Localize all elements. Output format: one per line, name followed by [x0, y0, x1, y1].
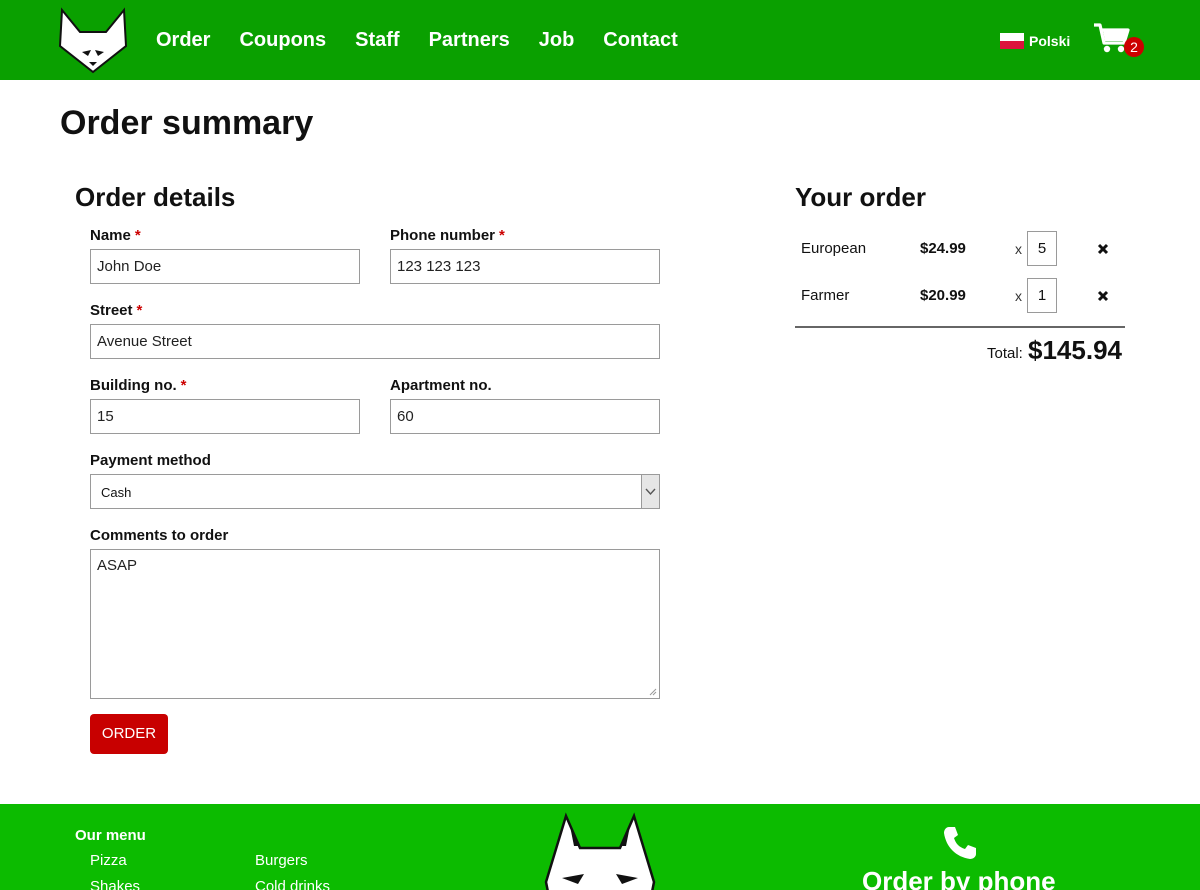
phone-label-text: Phone number	[390, 227, 496, 244]
quantity-multiplier: x	[1015, 288, 1022, 304]
remove-item-icon[interactable]	[1096, 242, 1110, 256]
name-label-text: Name	[90, 227, 131, 244]
comments-value: ASAP	[97, 557, 138, 574]
quantity-input[interactable]: 1	[1027, 278, 1057, 313]
payment-method-select[interactable]: Cash	[90, 474, 660, 509]
footer-link-shakes[interactable]: Shakes	[90, 878, 140, 890]
main-nav: Order Coupons Staff Partners Job Contact	[156, 0, 707, 80]
footer: Our menu Pizza Burgers Shakes Cold drink…	[0, 804, 1200, 890]
comments-label: Comments to order	[90, 527, 229, 544]
street-label: Street *	[90, 302, 142, 319]
total-value: $145.94	[1028, 335, 1122, 365]
cart-count-badge: 2	[1124, 37, 1144, 57]
fox-logo-icon	[544, 812, 656, 890]
nav-order[interactable]: Order	[156, 29, 210, 52]
street-field[interactable]: Avenue Street	[90, 324, 660, 359]
order-item-name: Farmer	[801, 287, 850, 304]
apartment-label: Apartment no.	[390, 377, 492, 394]
fox-logo-icon[interactable]	[58, 6, 128, 76]
name-field[interactable]: John Doe	[90, 249, 360, 284]
required-mark: *	[134, 227, 141, 244]
required-mark: *	[136, 302, 143, 319]
nav-job[interactable]: Job	[539, 29, 575, 52]
quantity-multiplier: x	[1015, 241, 1022, 257]
order-item-name: European	[801, 240, 867, 257]
quantity-input[interactable]: 5	[1027, 231, 1057, 266]
required-mark: *	[499, 227, 505, 244]
cart-button[interactable]: 2	[1093, 22, 1145, 60]
chevron-down-icon	[641, 475, 659, 508]
footer-link-burgers[interactable]: Burgers	[255, 852, 308, 869]
footer-menu-title: Our menu	[75, 827, 146, 844]
total-divider	[795, 326, 1125, 328]
phone-icon	[944, 827, 976, 859]
payment-label: Payment method	[90, 452, 211, 469]
order-details-heading: Order details	[75, 182, 236, 212]
order-item-price: $24.99	[920, 240, 966, 257]
order-by-phone-title: Order by phone	[862, 866, 1056, 890]
comments-textarea[interactable]: ASAP	[90, 549, 660, 699]
order-button[interactable]: ORDER	[90, 714, 168, 754]
page-title: Order summary	[60, 104, 314, 142]
resize-grip-icon[interactable]	[648, 687, 657, 696]
remove-item-icon[interactable]	[1096, 289, 1110, 303]
phone-field[interactable]: 123 123 123	[390, 249, 660, 284]
name-label: Name *	[90, 227, 141, 244]
total-label: Total:	[987, 345, 1023, 362]
language-switcher[interactable]: Polski	[1000, 33, 1070, 49]
nav-contact[interactable]: Contact	[603, 29, 677, 52]
top-navigation-bar: Order Coupons Staff Partners Job Contact…	[0, 0, 1200, 80]
nav-staff[interactable]: Staff	[355, 29, 399, 52]
footer-link-pizza[interactable]: Pizza	[90, 852, 127, 869]
footer-link-cold-drinks[interactable]: Cold drinks	[255, 878, 330, 890]
nav-partners[interactable]: Partners	[429, 29, 510, 52]
nav-coupons[interactable]: Coupons	[239, 29, 326, 52]
phone-label: Phone number *	[390, 227, 505, 244]
apartment-field[interactable]: 60	[390, 399, 660, 434]
your-order-heading: Your order	[795, 182, 926, 212]
payment-method-value: Cash	[101, 485, 132, 500]
order-item-price: $20.99	[920, 287, 966, 304]
building-field[interactable]: 15	[90, 399, 360, 434]
poland-flag-icon	[1000, 33, 1024, 49]
required-mark: *	[180, 377, 187, 394]
language-label: Polski	[1029, 33, 1071, 49]
street-label-text: Street	[90, 302, 133, 319]
building-label: Building no. *	[90, 377, 187, 394]
building-label-text: Building no.	[90, 377, 177, 394]
